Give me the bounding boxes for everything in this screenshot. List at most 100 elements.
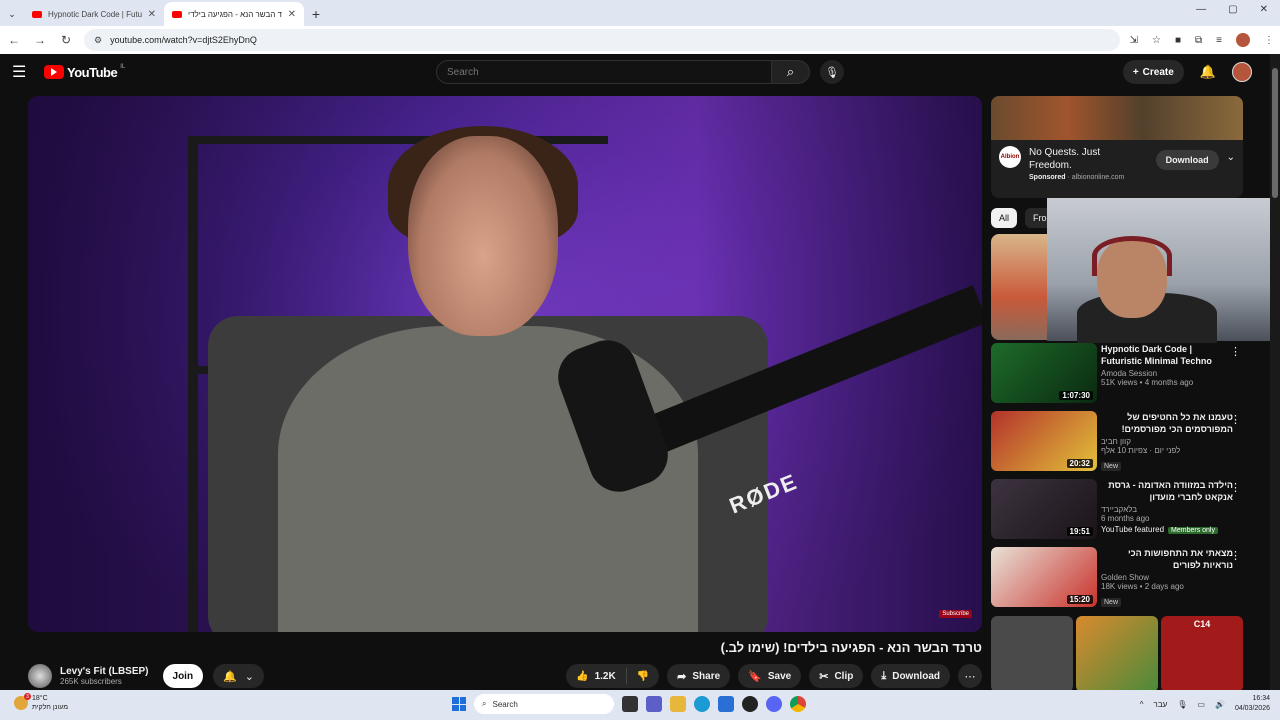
more-options-icon[interactable]: ⋮: [1230, 413, 1241, 426]
video-player[interactable]: RØDE Subscribe: [28, 96, 982, 632]
download-button[interactable]: ⤓ Download: [871, 664, 950, 688]
ad-banner-image[interactable]: [991, 96, 1243, 140]
channel-avatar[interactable]: [28, 664, 52, 688]
recommendation-info: Hypnotic Dark Code | Futuristic Minimal …: [1101, 343, 1233, 409]
recommendation-title[interactable]: Hypnotic Dark Code | Futuristic Minimal …: [1101, 343, 1233, 367]
recommendation-item[interactable]: 15:20 מצאתי את התחפושות הכי נוראיות לפור…: [991, 547, 1255, 613]
edge-icon[interactable]: [694, 696, 710, 712]
video-title-text: טרנד הבשר הנא - הפגיעה בילדים! (שימו לב.…: [720, 640, 982, 655]
more-actions-icon[interactable]: ⋯: [958, 664, 982, 688]
store-icon[interactable]: [718, 696, 734, 712]
recommendation-thumbnail[interactable]: [991, 234, 1047, 340]
maximize-icon[interactable]: ▢: [1228, 4, 1237, 15]
obs-icon[interactable]: [742, 696, 758, 712]
channel-name[interactable]: Levy's Fit (LBSEP): [60, 666, 149, 677]
create-button[interactable]: + Create: [1122, 60, 1184, 84]
microphone-icon[interactable]: 🎙: [820, 60, 844, 84]
recommendation-thumbnail[interactable]: 19:51: [991, 479, 1097, 539]
notifications-bell-icon[interactable]: 🔔: [1200, 64, 1216, 80]
file-explorer-icon[interactable]: [670, 696, 686, 712]
menu-icon[interactable]: ☰: [12, 62, 32, 82]
discord-icon[interactable]: [766, 696, 782, 712]
clip-button[interactable]: ✂ Clip: [809, 664, 864, 688]
save-button[interactable]: 🔖 Save: [738, 664, 802, 688]
taskbar-search[interactable]: ⌕ Search: [474, 694, 614, 714]
site-info-icon[interactable]: ⚙: [94, 35, 102, 46]
chevron-down-icon[interactable]: ⌄: [1227, 152, 1235, 163]
recommendation-item[interactable]: 1:07:30 Hypnotic Dark Code | Futuristic …: [991, 343, 1255, 409]
like-button[interactable]: 👍 1.2K: [566, 664, 626, 688]
reload-icon[interactable]: ↻: [58, 33, 74, 47]
bookmark-star-icon[interactable]: ☆: [1152, 35, 1161, 46]
close-window-icon[interactable]: ✕: [1260, 4, 1268, 15]
minimize-icon[interactable]: —: [1196, 4, 1206, 15]
chrome-icon[interactable]: [790, 696, 806, 712]
scrollbar-thumb[interactable]: [1272, 68, 1278, 198]
back-icon[interactable]: ←: [6, 33, 22, 47]
recommendation-item[interactable]: 20:32 טעמנו את כל החטיפים של המפורסמים ה…: [991, 411, 1255, 477]
short-thumbnail[interactable]: [1076, 616, 1158, 692]
ad-title[interactable]: No Quests. Just Freedom.: [1029, 146, 1139, 172]
join-button[interactable]: Join: [162, 664, 204, 688]
recommendations-list: 1:07:30 Hypnotic Dark Code | Futuristic …: [991, 343, 1255, 615]
create-label: Create: [1142, 66, 1174, 78]
address-bar[interactable]: ⚙ youtube.com/watch?v=djtS2EhyDnQ: [84, 29, 1120, 51]
youtube-logo[interactable]: YouTube IL: [44, 64, 125, 80]
task-view-icon[interactable]: [622, 696, 638, 712]
windows-start-icon[interactable]: [452, 697, 466, 711]
volume-icon[interactable]: 🔊: [1215, 700, 1225, 709]
language-indicator[interactable]: עבר: [1154, 700, 1168, 709]
more-options-icon[interactable]: ⋮: [1230, 481, 1241, 494]
chip-all[interactable]: All: [991, 208, 1018, 228]
microphone-tray-icon[interactable]: 🎙: [1177, 700, 1187, 709]
clock[interactable]: 16:34 04/03/2026: [1235, 694, 1270, 714]
teams-icon[interactable]: [646, 696, 662, 712]
subscription-bell-button[interactable]: 🔔 ⌄: [213, 664, 264, 688]
recommendation-title[interactable]: הילדה במזוודה האדומה - גרסת אנקאט לחברי …: [1101, 479, 1233, 503]
install-app-icon[interactable]: ⇲: [1130, 35, 1138, 46]
recommendation-title[interactable]: טעמנו את כל החטיפים של המפורסמים הכי מפו…: [1101, 411, 1233, 435]
video-title: טרנד הבשר הנא - הפגיעה בילדים! (שימו לב.…: [28, 640, 982, 655]
tray-overflow-icon[interactable]: ^: [1140, 700, 1144, 709]
profile-avatar[interactable]: [1236, 33, 1250, 47]
media-control-icon[interactable]: ≡: [1216, 35, 1222, 46]
recommendation-channel[interactable]: בלאקביירד: [1101, 505, 1233, 514]
extension-icon[interactable]: ■: [1175, 35, 1181, 46]
more-options-icon[interactable]: ⋮: [1230, 549, 1241, 562]
extensions-puzzle-icon[interactable]: ⧉: [1195, 35, 1202, 46]
sponsored-ad[interactable]: Albion No Quests. Just Freedom. Sponsore…: [991, 96, 1243, 198]
recommendation-channel[interactable]: Amoda Session: [1101, 369, 1233, 378]
recommendation-title[interactable]: מצאתי את התחפושות הכי נוראיות לפורים: [1101, 547, 1233, 571]
chrome-menu-icon[interactable]: ⋮: [1264, 35, 1274, 46]
tab-search-icon[interactable]: ⌄: [0, 2, 24, 26]
recommendation-thumbnail[interactable]: 15:20: [991, 547, 1097, 607]
search-icon[interactable]: ⌕: [772, 60, 810, 84]
video-actions: 👍 1.2K 👎 ➦ Share 🔖 Save ✂ Clip ⤓ Downloa…: [566, 664, 982, 688]
network-icon[interactable]: ▭: [1197, 700, 1205, 709]
weather-widget[interactable]: 3 18°C מעונן חלקית: [14, 693, 69, 712]
page-scrollbar[interactable]: [1270, 54, 1280, 690]
short-thumbnail[interactable]: C14: [1161, 616, 1243, 692]
sponsored-label: Sponsored: [1029, 174, 1066, 181]
recommendation-thumbnail[interactable]: 20:32: [991, 411, 1097, 471]
recommendation-channel[interactable]: Golden Show: [1101, 573, 1233, 582]
recommendation-channel[interactable]: קוון חביב: [1101, 437, 1233, 446]
close-tab-icon[interactable]: ✕: [148, 9, 156, 20]
subscribe-watermark[interactable]: Subscribe: [939, 610, 972, 618]
recommendation-item[interactable]: 19:51 הילדה במזוודה האדומה - גרסת אנקאט …: [991, 479, 1255, 545]
browser-tab[interactable]: Hypnotic Dark Code | Futuristic ✕: [24, 2, 164, 26]
browser-tab-active[interactable]: טרנד הבשר הנא - הפגיעה בילדי ✕: [164, 2, 304, 26]
recommendation-thumbnail[interactable]: 1:07:30: [991, 343, 1097, 403]
new-tab-button[interactable]: +: [304, 2, 328, 26]
more-options-icon[interactable]: ⋮: [1230, 345, 1241, 358]
account-avatar[interactable]: [1232, 62, 1252, 82]
bell-icon: 🔔: [223, 670, 237, 683]
forward-icon[interactable]: →: [32, 33, 48, 47]
search-input[interactable]: [436, 60, 772, 84]
share-button[interactable]: ➦ Share: [667, 664, 731, 688]
weather-description: מעונן חלקית: [32, 704, 69, 711]
close-tab-icon[interactable]: ✕: [288, 9, 296, 20]
ad-download-button[interactable]: Download: [1155, 150, 1219, 170]
short-thumbnail[interactable]: [991, 616, 1073, 692]
dislike-button[interactable]: 👎: [627, 664, 659, 688]
